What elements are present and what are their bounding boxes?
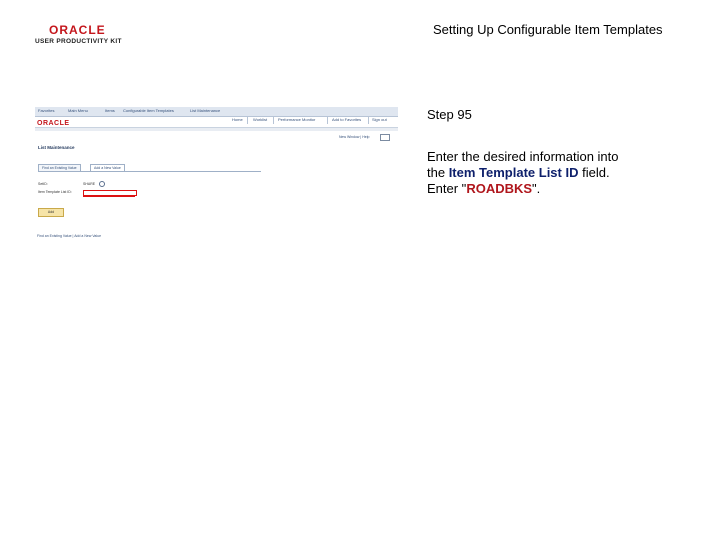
screenshot-page-title: List Maintenance [38,145,75,150]
instruction-text: Enter the desired information into the I… [427,149,687,197]
new-window-help-links[interactable]: New Window | Help [339,135,369,139]
link-performance-monitor[interactable]: Performance Monitor [278,117,315,122]
link-separator [368,116,369,124]
tab-divider [38,171,261,172]
field-name-highlight: Item Template List ID [448,165,579,180]
oracle-logo-text: ORACLE [49,23,106,37]
input-highlight-underline [83,195,135,197]
screenshot-nav-bar: Favorites Main Menu Items Configurable I… [35,107,398,117]
screenshot-footer-links[interactable]: Find an Existing Value | Add a New Value [37,234,101,238]
nav-item-items[interactable]: Items [105,108,115,113]
personalize-icon[interactable] [380,134,390,141]
nav-item-favorites[interactable]: Favorites [38,108,54,113]
upk-logo-subtext: USER PRODUCTIVITY KIT [35,38,122,45]
screenshot-subheader-bar [35,127,398,131]
link-separator [273,116,274,124]
setid-value[interactable]: SHARE [83,182,95,186]
application-screenshot: Favorites Main Menu Items Configurable I… [35,107,398,242]
link-home[interactable]: Home [232,117,243,122]
document-title: Setting Up Configurable Item Templates [433,22,663,37]
link-separator [327,116,328,124]
link-add-to-favorites[interactable]: Add to Favorites [332,117,361,122]
step-number: Step 95 [427,107,472,122]
instruction-line-3-prefix: Enter " [427,181,467,196]
instruction-line-2-prefix: the [427,165,449,180]
instruction-line-1: Enter the desired information into [427,149,619,164]
link-sign-out[interactable]: Sign out [372,117,387,122]
add-button[interactable]: Add [38,208,64,217]
screenshot-oracle-logo: ORACLE [37,120,70,127]
oracle-upk-logo: ORACLE USER PRODUCTIVITY KIT [35,23,125,47]
instruction-line-2-suffix: field. [578,165,610,180]
instruction-line-3-suffix: ". [532,181,541,196]
value-highlight: ROADBKS [466,181,533,196]
nav-item-config-templates[interactable]: Configurable Item Templates [123,108,174,113]
item-template-list-id-label: Item Template List ID: [38,190,72,194]
lookup-magnifier-icon[interactable] [99,181,105,187]
link-worklist[interactable]: Worklist [253,117,267,122]
nav-item-main-menu[interactable]: Main Menu [68,108,88,113]
link-separator [247,116,248,124]
setid-label: SetID: [38,182,48,186]
nav-item-list-maintenance[interactable]: List Maintenance [190,108,220,113]
